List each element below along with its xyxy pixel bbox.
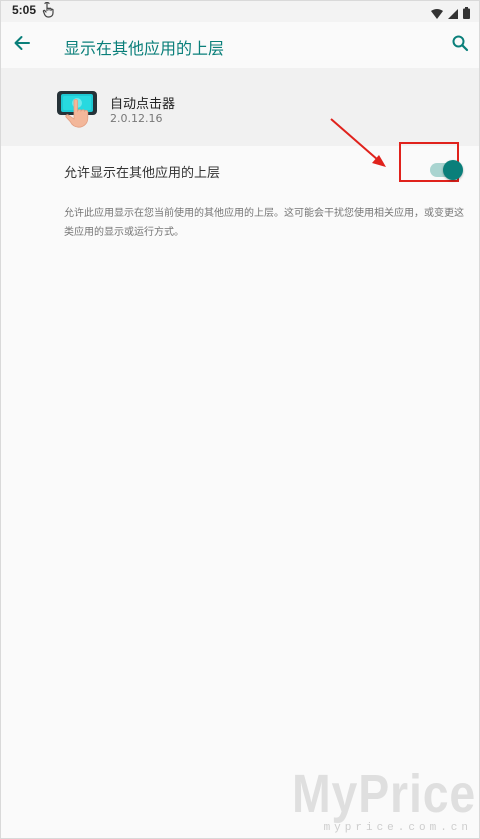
hand-pointer-icon: [42, 1, 56, 18]
app-bar: 显示在其他应用的上层: [0, 22, 480, 68]
battery-icon: [463, 4, 470, 23]
watermark-url: myprice.com.cn: [323, 822, 472, 834]
permission-label: 允许显示在其他应用的上层: [64, 166, 221, 181]
status-bar: 5:05: [0, 0, 480, 22]
signal-icon: [448, 4, 458, 23]
page-title: 显示在其他应用的上层: [64, 39, 225, 58]
toggle-thumb: [443, 160, 463, 180]
overlay-permission-toggle[interactable]: [430, 160, 463, 180]
wifi-icon: [431, 4, 443, 23]
search-button[interactable]: [448, 33, 472, 57]
status-time: 5:05: [12, 3, 37, 17]
permission-description: 允许此应用显示在您当前使用的其他应用的上层。这可能会干扰您使用相关应用，或变更这…: [64, 208, 464, 238]
arrow-back-icon: [13, 34, 31, 56]
watermark-logo: MyPrice: [291, 764, 476, 824]
app-version: 2.0.12.16: [110, 112, 163, 125]
auto-clicker-app-icon: [56, 87, 102, 133]
back-button[interactable]: [10, 33, 34, 57]
search-icon: [451, 34, 469, 56]
app-header: 自动点击器 2.0.12.16: [0, 68, 480, 146]
app-name: 自动点击器: [110, 97, 176, 112]
